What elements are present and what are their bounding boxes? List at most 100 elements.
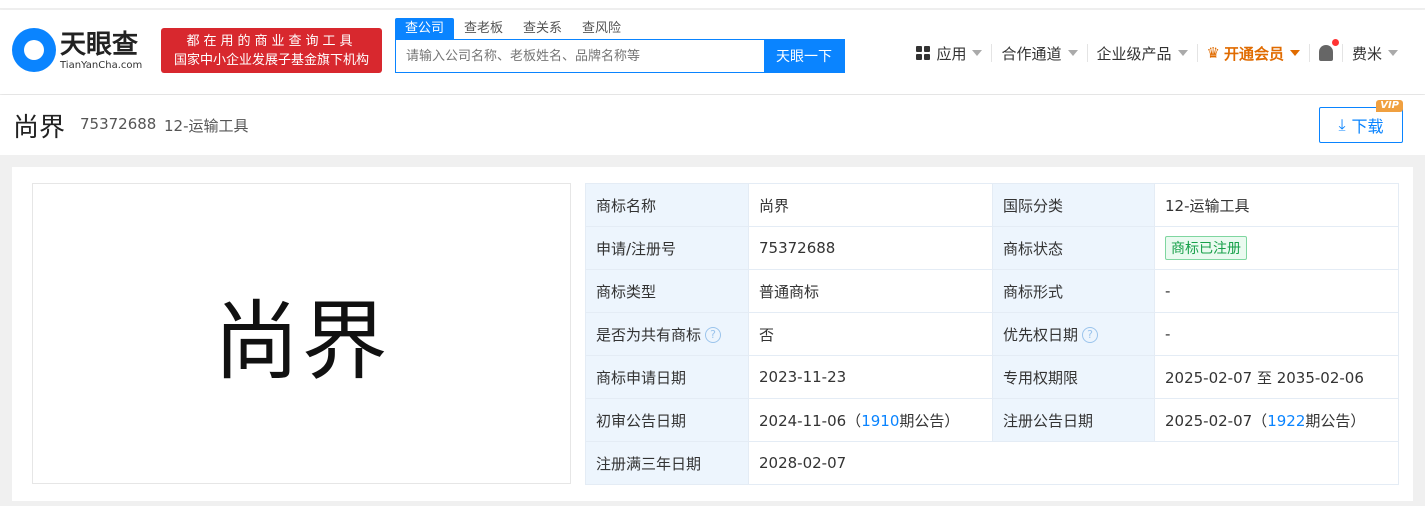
download-button[interactable]: ⤓ 下载 <box>1319 107 1403 143</box>
field-value-text: - <box>1165 282 1171 300</box>
download-label: 下载 <box>1351 117 1384 136</box>
field-value: 尚界 <box>748 183 993 227</box>
caret-down-icon <box>972 50 983 56</box>
trademark-class: 12-运输工具 <box>164 117 249 135</box>
field-value-text: - <box>1165 325 1171 343</box>
trademark-detail-card: 尚界 商标名称 尚界 国际分类 12-运输工具 申请/注册号 75372688 商标状态 商标… <box>12 167 1413 501</box>
trademark-title: 尚界 <box>13 113 66 143</box>
nav-apps[interactable]: 应用 <box>907 44 991 63</box>
field-label: 国际分类 <box>992 183 1155 227</box>
field-label-text: 商标状态 <box>1003 239 1064 258</box>
table-row: 申请/注册号 75372688 商标状态 商标已注册 <box>585 226 1399 270</box>
nav-user[interactable]: 费米 <box>1341 44 1407 63</box>
field-label-text: 申请/注册号 <box>596 239 677 258</box>
user-name: 费米 <box>1351 44 1382 63</box>
field-value-text: 否 <box>759 325 775 344</box>
field-value-text: 12-运输工具 <box>1165 196 1250 215</box>
nav-label: 应用 <box>936 44 967 63</box>
field-value-text: 2025-02-07（ <box>1165 411 1268 430</box>
title-bar: 尚界 75372688 12-运输工具 ⤓ 下载 VIP <box>0 95 1425 155</box>
field-label-text: 是否为共有商标 <box>596 325 702 344</box>
logo[interactable]: 天眼查 TianYanCha.com <box>12 28 142 72</box>
field-label: 专用权期限 <box>992 355 1155 399</box>
vip-badge: VIP <box>1376 100 1403 112</box>
search-button[interactable]: 天眼一下 <box>764 40 844 72</box>
field-label: 商标类型 <box>585 269 749 313</box>
field-value-suffix: 期公告） <box>899 411 960 430</box>
caret-down-icon <box>1067 50 1078 56</box>
search-tab-boss[interactable]: 查老板 <box>454 18 513 39</box>
top-nav: 应用 合作通道 企业级产品 ♛ 开通会员 费米 <box>907 39 1407 63</box>
top-strip <box>0 0 1425 9</box>
field-label-text: 初审公告日期 <box>596 411 687 430</box>
announcement-link[interactable]: 1922 <box>1267 412 1305 430</box>
download-icon: ⤓ <box>1338 115 1346 134</box>
field-value: - <box>1154 312 1399 356</box>
logo-icon <box>12 28 56 72</box>
caret-down-icon <box>1388 50 1398 56</box>
field-label-text: 专用权期限 <box>1003 368 1079 387</box>
unread-dot <box>1331 39 1339 46</box>
table-row: 注册满三年日期 2028-02-07 <box>585 441 1399 485</box>
field-label: 商标申请日期 <box>585 355 749 399</box>
slogan-banner: 都在用的商业查询工具 国家中小企业发展子基金旗下机构 <box>161 28 382 73</box>
field-label-text: 商标名称 <box>596 196 657 215</box>
field-value-suffix: 期公告） <box>1305 411 1366 430</box>
field-label: 初审公告日期 <box>585 398 749 442</box>
slogan-line: 国家中小企业发展子基金旗下机构 <box>173 53 369 68</box>
field-label-text: 注册公告日期 <box>1003 411 1094 430</box>
field-value: 否 <box>748 312 993 356</box>
field-label: 注册满三年日期 <box>585 441 749 485</box>
field-label-text: 商标类型 <box>596 282 657 301</box>
notifications-button[interactable] <box>1308 39 1342 62</box>
field-value: 12-运输工具 <box>1154 183 1399 227</box>
nav-vip[interactable]: ♛ 开通会员 <box>1196 44 1309 63</box>
field-label: 商标状态 <box>992 226 1155 270</box>
nav-channel[interactable]: 合作通道 <box>991 44 1086 63</box>
field-value-text: 2024-11-06（ <box>759 411 862 430</box>
nav-label: 开通会员 <box>1223 44 1284 63</box>
trademark-image-text: 尚界 <box>213 292 390 392</box>
field-label: 注册公告日期 <box>992 398 1155 442</box>
bell-icon <box>1318 39 1339 61</box>
field-label: 商标形式 <box>992 269 1155 313</box>
field-value: 2023-11-23 <box>748 355 993 399</box>
search-input[interactable] <box>396 40 764 72</box>
field-value: 2025-02-07（1922期公告） <box>1154 398 1399 442</box>
search-tab-company[interactable]: 查公司 <box>395 18 455 39</box>
field-label: 商标名称 <box>585 183 749 227</box>
help-icon[interactable]: ? <box>705 327 722 343</box>
nav-enterprise[interactable]: 企业级产品 <box>1086 44 1197 63</box>
field-label-text: 优先权日期 <box>1003 325 1079 344</box>
help-icon[interactable]: ? <box>1082 327 1099 343</box>
table-row: 初审公告日期 2024-11-06（1910期公告） 注册公告日期 2025-02-0… <box>585 398 1399 442</box>
announcement-link[interactable]: 1910 <box>861 412 899 430</box>
field-value-text: 2023-11-23 <box>759 368 847 386</box>
field-label-text: 注册满三年日期 <box>596 454 702 473</box>
field-value-text: 普通商标 <box>759 282 820 301</box>
trademark-details-table: 商标名称 尚界 国际分类 12-运输工具申请/注册号 75372688 商标状态 商标已注册… <box>585 183 1399 485</box>
table-row: 是否为共有商标? 否优先权日期? - <box>585 312 1399 356</box>
field-value-text: 2028-02-07 <box>759 454 847 472</box>
search-tab-risk[interactable]: 查风险 <box>572 18 631 39</box>
field-label-text: 商标申请日期 <box>596 368 687 387</box>
field-value-text: 75372688 <box>759 239 836 257</box>
field-value: 普通商标 <box>748 269 993 313</box>
search-tab-relation[interactable]: 查关系 <box>513 18 572 39</box>
field-label: 优先权日期? <box>992 312 1155 356</box>
field-value-text: 尚界 <box>759 196 790 215</box>
apps-grid-icon <box>916 46 931 60</box>
field-label: 申请/注册号 <box>585 226 749 270</box>
slogan-line: 都在用的商业查询工具 <box>186 34 357 49</box>
status-badge: 商标已注册 <box>1165 236 1247 260</box>
field-value: 2024-11-06（1910期公告） <box>748 398 993 442</box>
header: 天眼查 TianYanCha.com 都在用的商业查询工具 国家中小企业发展子基… <box>0 10 1425 94</box>
field-label: 是否为共有商标? <box>585 312 749 356</box>
field-value: 75372688 <box>748 226 993 270</box>
field-value: 2025-02-07 至 2035-02-06 <box>1154 355 1399 399</box>
caret-down-icon <box>1289 50 1300 56</box>
field-label-text: 国际分类 <box>1003 196 1064 215</box>
field-value-text: 2025-02-07 至 2035-02-06 <box>1165 368 1364 387</box>
caret-down-icon <box>1177 50 1188 56</box>
trademark-reg-no: 75372688 <box>80 115 157 133</box>
